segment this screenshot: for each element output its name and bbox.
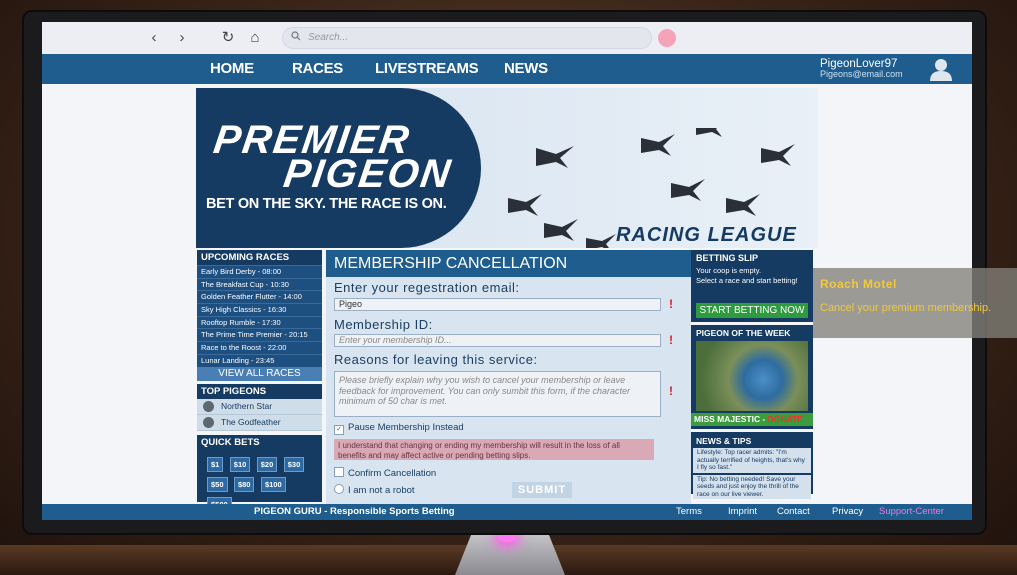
- quick-bet-chip[interactable]: $30: [283, 456, 305, 472]
- email-field[interactable]: Pigeo: [334, 298, 661, 311]
- pigeon-photo: [696, 341, 808, 411]
- search-placeholder: Search...: [308, 32, 349, 43]
- pigeon-avatar-icon: [203, 400, 214, 412]
- news-tips-title: NEWS & TIPS: [696, 436, 752, 446]
- quick-bet-chip[interactable]: $10: [229, 456, 251, 472]
- quick-bets-title: QUICK BETS: [197, 434, 322, 450]
- user-email: Pigeons@email.com: [820, 69, 903, 79]
- top-pigeon-name: The Godfeather: [221, 416, 281, 427]
- checkmark-icon: ✓: [334, 425, 344, 435]
- race-item[interactable]: Sky High Classics - 16:30: [197, 303, 322, 316]
- tooltip-title: Roach Motel: [820, 277, 897, 291]
- membership-id-field[interactable]: Enter your membership ID...: [334, 334, 661, 347]
- footer-contact-link[interactable]: Contact: [777, 506, 810, 517]
- race-item[interactable]: Race to the Roost - 22:00: [197, 341, 322, 354]
- top-pigeon-name: Northern Star: [221, 400, 273, 411]
- race-item[interactable]: The Prime Time Premier - 20:15: [197, 328, 322, 342]
- not-robot-label: I am not a robot: [348, 485, 415, 496]
- race-item[interactable]: Rooftop Rumble - 17:30: [197, 315, 322, 329]
- pigeon-avatar-icon: [203, 416, 214, 428]
- home-icon[interactable]: ⌂: [245, 28, 265, 48]
- quick-bets-panel: $1 $10 $20 $30 $50 $80 $100 $500: [197, 449, 322, 512]
- race-item[interactable]: Lunar Landing - 23:45: [197, 353, 322, 367]
- confirm-cancellation-checkbox[interactable]: Confirm Cancellation: [334, 467, 436, 479]
- donate-link[interactable]: DONATE: [768, 414, 803, 424]
- site-footer: PIGEON GURU - Responsible Sports Betting…: [42, 504, 972, 520]
- quick-bet-chip[interactable]: $1: [207, 456, 224, 472]
- news-tips-panel: NEWS & TIPS Lifestyle: Top racer admits:…: [691, 432, 813, 499]
- nav-news[interactable]: NEWS: [504, 60, 548, 77]
- quick-bet-chip[interactable]: $80: [233, 476, 255, 492]
- browser-toolbar: ‹ › ↻ ⌂ Search...: [42, 22, 972, 54]
- top-pigeon-item[interactable]: The Godfeather: [197, 414, 322, 431]
- footer-imprint-link[interactable]: Imprint: [728, 506, 757, 517]
- top-pigeon-item[interactable]: Northern Star: [197, 398, 322, 415]
- start-betting-button[interactable]: START BETTING NOW: [696, 303, 808, 318]
- confirm-cancellation-label: Confirm Cancellation: [348, 468, 437, 479]
- footer-brand: PIGEON GURU - Responsible Sports Betting: [254, 506, 455, 517]
- betting-slip-title: BETTING SLIP: [696, 253, 759, 263]
- back-icon[interactable]: ‹: [144, 28, 164, 48]
- pigeon-of-week-caption: MISS MAJESTIC - DONATE: [691, 413, 813, 426]
- footer-terms-link[interactable]: Terms: [676, 506, 702, 517]
- betting-slip-panel: BETTING SLIP Your coop is empty. Select …: [691, 250, 813, 322]
- submit-button[interactable]: SUBMIT: [512, 482, 572, 498]
- not-robot-checkbox[interactable]: I am not a robot: [334, 484, 415, 496]
- right-sidebar: BETTING SLIP Your coop is empty. Select …: [691, 250, 813, 499]
- search-bar[interactable]: Search...: [282, 27, 652, 49]
- site-navbar: HOME RACES LIVESTREAMS NEWS PigeonLover9…: [42, 54, 972, 84]
- betting-slip-line2: Select a race and start betting!: [696, 276, 798, 285]
- checkbox-box: [334, 484, 344, 494]
- email-label: Enter your regestration email:: [334, 280, 520, 295]
- email-required-mark: !: [669, 297, 673, 311]
- browser-profile-dot[interactable]: [658, 29, 676, 47]
- id-required-mark: !: [669, 333, 673, 347]
- race-item[interactable]: Golden Feather Flutter - 14:00: [197, 290, 322, 304]
- quick-bet-chip[interactable]: $100: [260, 476, 286, 492]
- reasons-required-mark: !: [669, 384, 673, 398]
- warning-notice: I understand that changing or ending my …: [334, 439, 654, 460]
- user-avatar-icon[interactable]: [928, 57, 954, 81]
- dark-pattern-tooltip: Roach Motel Cancel your premium membersh…: [813, 268, 1017, 338]
- checkbox-box: [334, 467, 344, 477]
- race-item[interactable]: Early Bird Derby - 08:00: [197, 265, 322, 278]
- footer-privacy-link[interactable]: Privacy: [832, 506, 863, 517]
- nav-home[interactable]: HOME: [210, 60, 254, 77]
- pause-membership-label: Pause Membership Instead: [348, 422, 464, 433]
- brand-pigeon: PIGEON: [280, 152, 455, 196]
- membership-cancellation-form: MEMBERSHIP CANCELLATION Enter your reges…: [326, 250, 691, 516]
- nav-livestreams[interactable]: LIVESTREAMS: [375, 60, 479, 77]
- tooltip-text: Cancel your premium membership.: [820, 302, 992, 314]
- footer-support-link[interactable]: Support-Center: [879, 506, 944, 517]
- news-item[interactable]: Lifestyle: Top racer admits: "I'm actual…: [693, 448, 811, 473]
- news-item[interactable]: Tip: No betting needed! Save your seeds …: [693, 474, 811, 499]
- pigeon-of-week-panel: PIGEON OF THE WEEK MISS MAJESTIC - DONAT…: [691, 325, 813, 429]
- hero-banner: PREMIER PIGEON BET ON THE SKY. THE RACE …: [196, 88, 818, 248]
- top-pigeons-title: TOP PIGEONS: [197, 383, 322, 399]
- quick-bet-chip[interactable]: $20: [256, 456, 278, 472]
- view-all-races-button[interactable]: VIEW ALL RACES: [197, 366, 322, 381]
- race-item[interactable]: The Breakfast Cup - 10:30: [197, 277, 322, 291]
- power-led: [498, 534, 516, 542]
- left-sidebar: UPCOMING RACES Early Bird Derby - 08:00 …: [197, 250, 322, 512]
- pigeon-name: MISS MAJESTIC -: [694, 414, 768, 424]
- reload-icon[interactable]: ↻: [218, 28, 238, 48]
- nav-races[interactable]: RACES: [292, 60, 343, 77]
- pause-membership-checkbox[interactable]: ✓ Pause Membership Instead: [334, 422, 464, 435]
- betting-slip-line1: Your coop is empty.: [696, 266, 762, 275]
- banner-tagline: BET ON THE SKY. THE RACE IS ON.: [206, 196, 447, 212]
- membership-id-label: Membership ID:: [334, 317, 433, 332]
- form-title: MEMBERSHIP CANCELLATION: [326, 250, 691, 277]
- user-info[interactable]: PigeonLover97 Pigeons@email.com: [820, 58, 903, 79]
- reasons-label: Reasons for leaving this service:: [334, 352, 538, 367]
- pigeon-of-week-title: PIGEON OF THE WEEK: [696, 328, 791, 338]
- flying-pigeons-icon: [508, 128, 795, 248]
- quick-bet-chip[interactable]: $50: [207, 476, 228, 492]
- forward-icon[interactable]: ›: [172, 28, 192, 48]
- reasons-textarea[interactable]: Please briefly explain why you wish to c…: [334, 371, 661, 417]
- search-icon: [291, 31, 301, 44]
- upcoming-races-title: UPCOMING RACES: [197, 250, 322, 265]
